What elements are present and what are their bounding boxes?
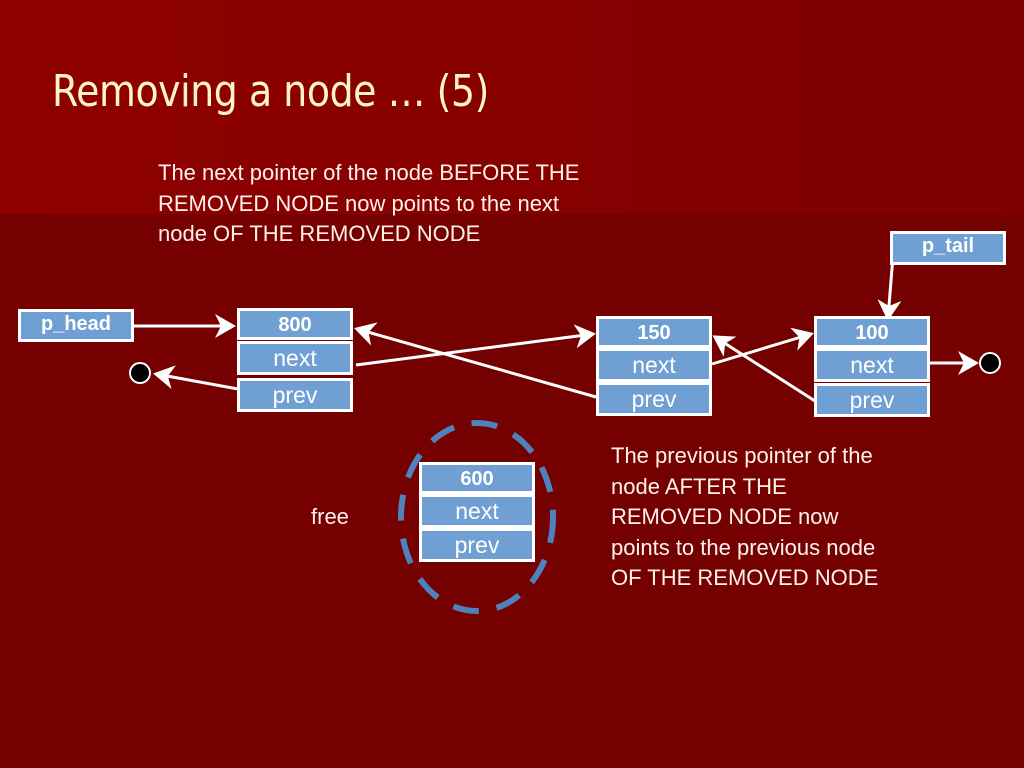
node-prev-field: prev: [237, 378, 353, 412]
node-next-field: next: [419, 494, 535, 528]
node-next-field: next: [596, 348, 712, 382]
node-next-field: next: [814, 348, 930, 382]
node-prev-field: prev: [419, 528, 535, 562]
node-prev-field: prev: [596, 382, 712, 416]
note-next-pointer: The next pointer of the node BEFORE THE …: [158, 160, 580, 246]
node-prev-field: prev: [814, 383, 930, 417]
p-tail-label: p_tail: [921, 235, 975, 257]
note-prev-pointer: The previous pointer of the node AFTER T…: [611, 443, 879, 590]
node-address: 150: [596, 316, 712, 348]
node-address: 800: [237, 308, 353, 340]
p-head-pointer: p_head: [18, 309, 134, 342]
node-address: 600: [419, 462, 535, 494]
slide-title: Removing a node … (5): [52, 66, 489, 117]
node-address: 100: [814, 316, 930, 348]
node-next-field: next: [237, 341, 353, 375]
p-head-label: p_head: [40, 313, 112, 335]
p-tail-pointer: p_tail: [890, 231, 1006, 265]
free-label: free: [311, 504, 349, 529]
